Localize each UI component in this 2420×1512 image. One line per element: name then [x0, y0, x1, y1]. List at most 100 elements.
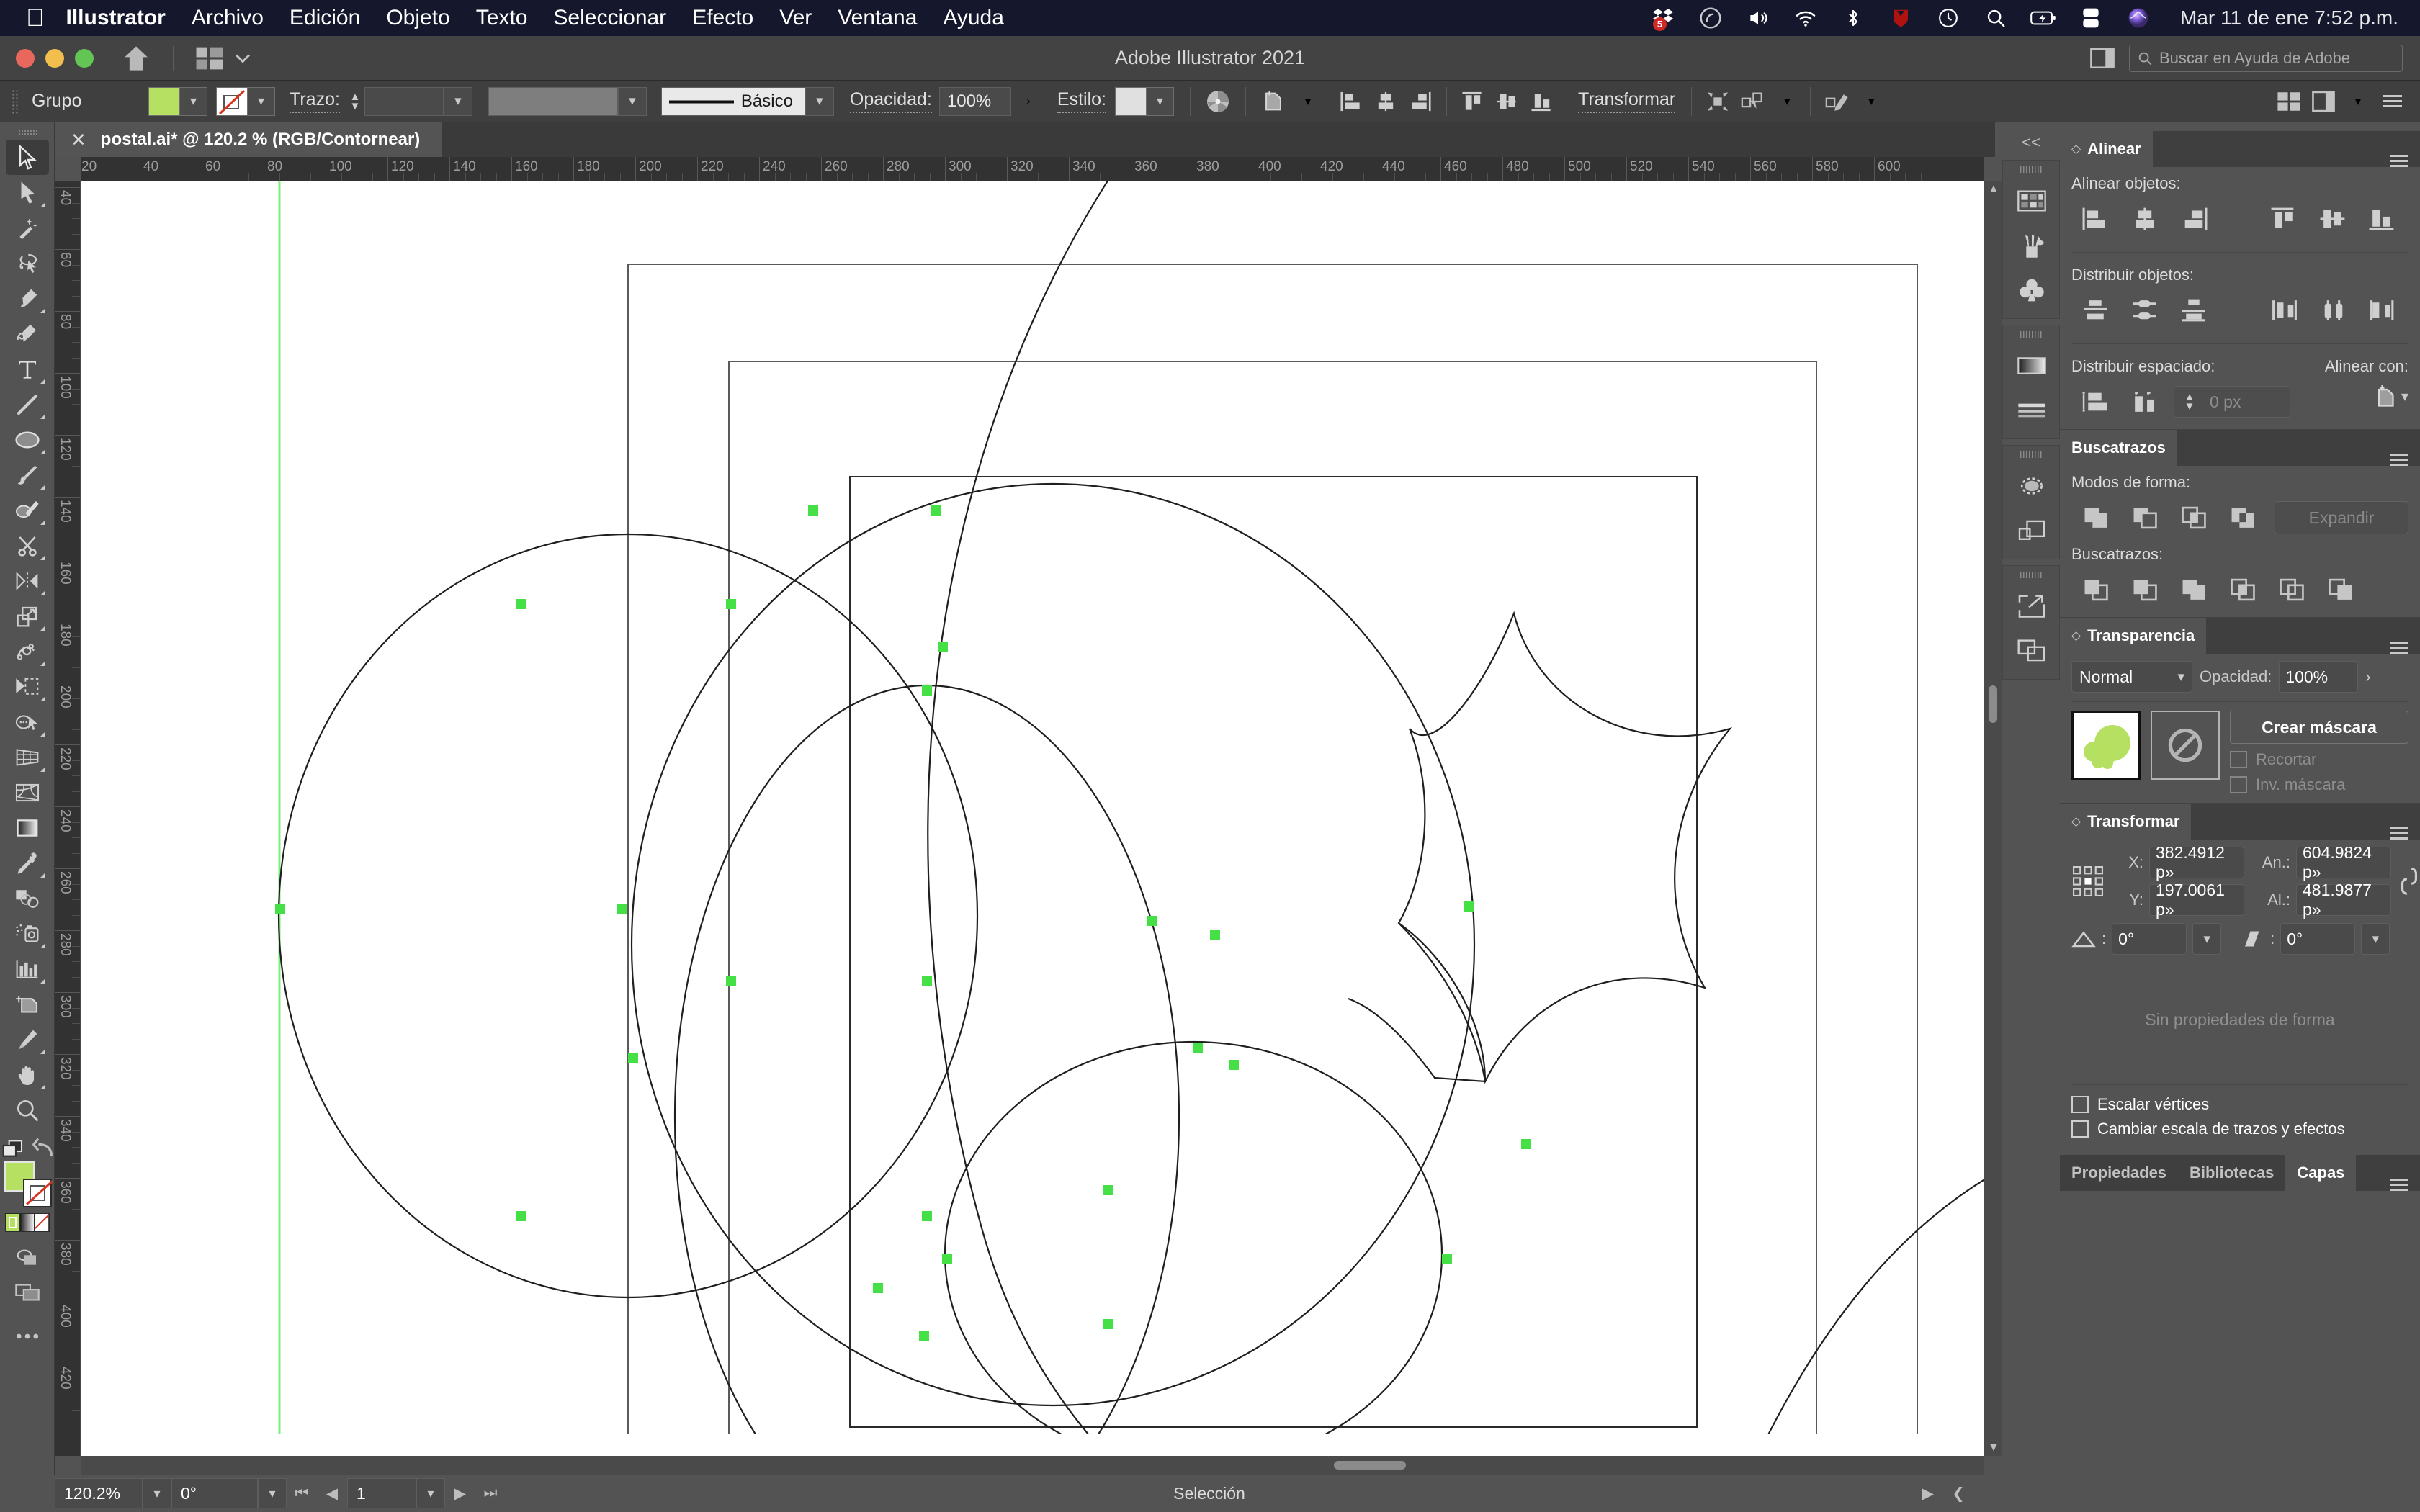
fill-stroke-indicator[interactable] — [3, 1161, 53, 1207]
rotate-tool[interactable] — [6, 563, 49, 598]
menu-objeto[interactable]: Objeto — [386, 6, 449, 30]
stroke-weight-input[interactable] — [364, 86, 444, 116]
apple-icon[interactable]:  — [26, 6, 45, 30]
stroke-weight-dropdown[interactable]: ▾ — [443, 86, 472, 116]
align-bottom-icon[interactable] — [2358, 200, 2407, 238]
symbol-sprayer-tool[interactable] — [6, 916, 49, 951]
screen-mode-button[interactable] — [6, 1274, 49, 1310]
divide-icon[interactable] — [2071, 571, 2120, 608]
distribute-bottom-icon[interactable] — [2169, 292, 2218, 329]
clip-checkbox-row[interactable]: Recortar — [2230, 750, 2408, 769]
close-window-button[interactable] — [16, 48, 35, 68]
transparency-panel-menu[interactable] — [2390, 642, 2420, 654]
height-input[interactable]: 481.9877 p» — [2296, 881, 2391, 919]
status-resize-icon[interactable]: ❮ — [1943, 1478, 1973, 1508]
stroke-color-swatch[interactable] — [22, 1179, 53, 1207]
first-artboard-icon[interactable]: ⏮ — [287, 1478, 317, 1508]
align-right-icon[interactable] — [2169, 200, 2218, 238]
y-input[interactable]: 197.0061 p» — [2149, 881, 2244, 919]
dock-grip[interactable] — [2020, 331, 2042, 338]
align-to-artboard-icon[interactable] — [2372, 383, 2398, 409]
curvature-tool[interactable] — [6, 316, 49, 351]
dropbox-icon[interactable]: 5 — [1650, 5, 1676, 31]
trim-icon[interactable] — [2120, 571, 2169, 608]
symbols-icon[interactable] — [2003, 268, 2061, 312]
selection-tool[interactable] — [5, 140, 49, 175]
align-vertical-center-icon[interactable] — [1490, 86, 1525, 117]
minus-back-icon[interactable] — [2316, 571, 2365, 608]
layers-panel-menu[interactable] — [2390, 1179, 2420, 1191]
opacity-input[interactable]: 100% — [938, 86, 1011, 116]
transform-link[interactable]: Transformar — [1577, 89, 1676, 113]
scale-corners-row[interactable]: Escalar vértices — [2071, 1095, 2408, 1114]
close-icon[interactable]: ✕ — [71, 129, 86, 151]
brushes-icon[interactable] — [2003, 223, 2061, 268]
unlink-proportions-icon[interactable] — [2398, 865, 2420, 897]
menu-ver[interactable]: Ver — [779, 6, 812, 30]
spotlight-search-icon[interactable] — [1983, 5, 2009, 31]
pathfinder-dock-icon[interactable] — [2003, 508, 2061, 553]
slice-tool[interactable] — [6, 1022, 49, 1057]
gradient-icon[interactable] — [19, 1214, 35, 1231]
distribute-horizontal-center-icon[interactable] — [2309, 292, 2358, 329]
align-vertical-center-icon[interactable] — [2309, 200, 2358, 238]
stroke-weight-stepper[interactable]: ▲ ▼ — [346, 91, 364, 112]
paintbrush-tool[interactable] — [6, 457, 49, 492]
prev-artboard-icon[interactable]: ◀ — [317, 1478, 347, 1508]
menu-efecto[interactable]: Efecto — [692, 6, 753, 30]
width-tool[interactable] — [6, 634, 49, 669]
edit-shape-dropdown[interactable]: ▾ — [1854, 86, 1888, 117]
stroke-panel-icon[interactable] — [2003, 388, 2061, 433]
artboards-icon[interactable] — [2003, 629, 2061, 673]
drawing-mode-button[interactable] — [6, 1239, 49, 1274]
drawing-mode-icon[interactable] — [1, 1138, 24, 1158]
x-input[interactable]: 382.4912 p» — [2149, 843, 2244, 881]
rotate-view-input[interactable]: 0° — [171, 1478, 258, 1508]
tab-transparencia[interactable]: ◇ Transparencia — [2060, 618, 2207, 654]
spacing-value-input[interactable]: ▲ ▼ 0 px — [2174, 386, 2290, 418]
menu-illustrator[interactable]: Illustrator — [66, 6, 166, 30]
align-bottom-icon[interactable] — [1525, 86, 1559, 117]
screen-mirroring-icon[interactable] — [2078, 5, 2104, 31]
free-transform-tool[interactable] — [6, 669, 49, 704]
edit-shape-icon[interactable] — [1819, 86, 1854, 117]
tab-buscatrazos[interactable]: Buscatrazos — [2060, 430, 2177, 466]
tab-capas[interactable]: Capas — [2285, 1155, 2357, 1191]
no-mask-icon[interactable] — [2151, 711, 2220, 780]
zoom-tool[interactable] — [6, 1092, 49, 1128]
status-next-icon[interactable]: ▶ — [1913, 1478, 1943, 1508]
scroll-down-icon[interactable]: ▼ — [1988, 1441, 1999, 1454]
blend-tool[interactable] — [6, 881, 49, 916]
blend-mode-select[interactable]: Normal ▾ — [2071, 661, 2192, 693]
siri-icon[interactable] — [2125, 5, 2151, 31]
distribute-horizontal-space-icon[interactable] — [2120, 383, 2169, 420]
toolbar-grip[interactable] — [17, 130, 37, 135]
vertical-scrollbar[interactable]: ▲ ▼ — [1984, 181, 2002, 1456]
shaper-tool[interactable] — [6, 492, 49, 528]
opacity-label[interactable]: Opacidad: — [849, 89, 932, 113]
none-icon[interactable] — [35, 1214, 49, 1231]
rotate-dropdown[interactable]: ▾ — [2192, 923, 2222, 955]
mesh-tool[interactable] — [6, 775, 49, 810]
last-artboard-icon[interactable]: ⏭ — [475, 1478, 506, 1508]
line-segment-tool[interactable] — [6, 387, 49, 422]
align-horizontal-center-icon[interactable] — [2120, 200, 2169, 238]
creative-cloud-icon[interactable] — [1698, 5, 1724, 31]
artboard-number-input[interactable]: 1 — [347, 1478, 416, 1508]
align-top-icon[interactable] — [2260, 200, 2309, 238]
swatches-icon[interactable] — [2003, 179, 2061, 223]
artwork-svg[interactable] — [81, 181, 1984, 1434]
column-graph-tool[interactable] — [6, 951, 49, 986]
dock-grip[interactable] — [2020, 451, 2042, 458]
tab-bibliotecas[interactable]: Bibliotecas — [2178, 1155, 2286, 1191]
chevron-down-icon[interactable]: ▾ — [179, 87, 207, 115]
scissors-tool[interactable] — [6, 528, 49, 563]
menu-archivo[interactable]: Archivo — [192, 6, 264, 30]
eyedropper-tool[interactable] — [6, 845, 49, 881]
graphic-style-button[interactable]: ▾ — [1114, 86, 1174, 116]
menubar-clock[interactable]: Mar 11 de ene 7:52 p.m. — [2180, 6, 2398, 30]
stroke-color-button[interactable]: ▾ — [216, 86, 275, 116]
perspective-grid-tool[interactable] — [6, 739, 49, 775]
vertical-ruler[interactable]: 40 60 80 100 120 140 160 180 200 220 240 260 280 300 3… — [55, 181, 81, 1456]
horizontal-scrollbar[interactable] — [81, 1456, 1984, 1475]
